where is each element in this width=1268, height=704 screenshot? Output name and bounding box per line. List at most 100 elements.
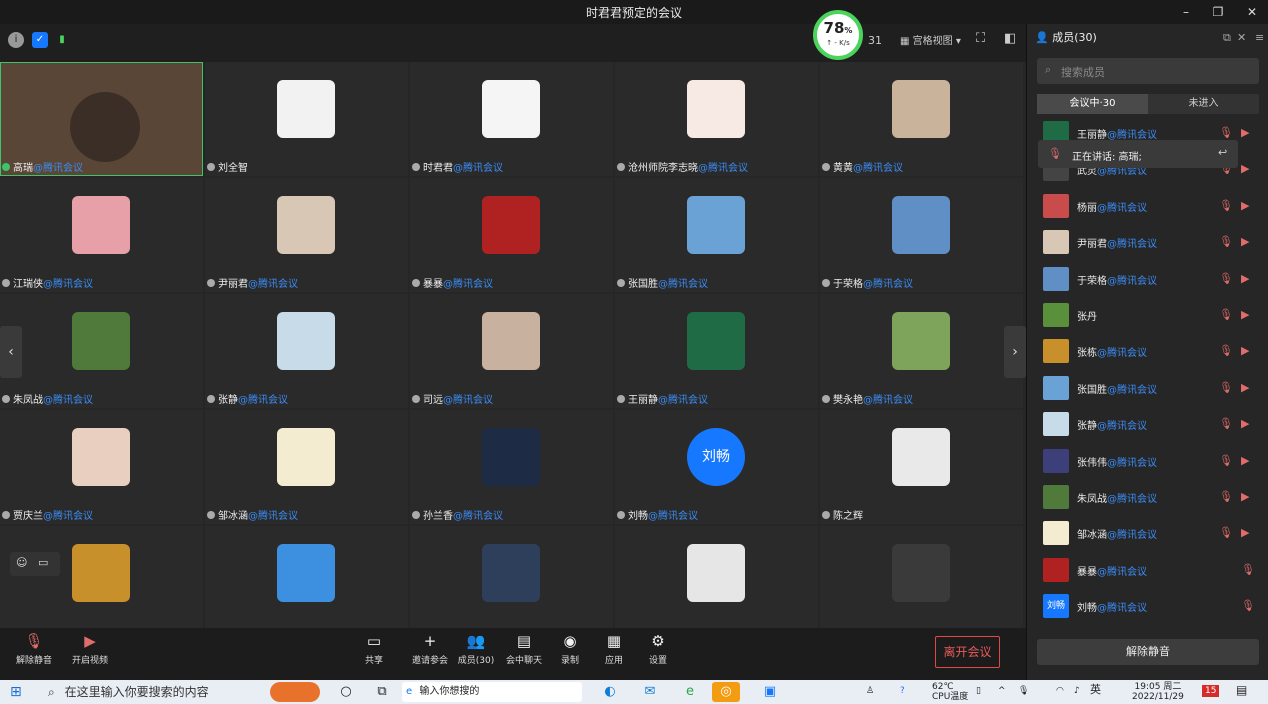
shield-icon[interactable]: ✓ [32, 32, 48, 48]
participant-tile[interactable] [410, 526, 613, 640]
apps-button[interactable]: ▦ 应用 [600, 632, 628, 666]
camera-off-icon[interactable]: ▶ [1241, 235, 1249, 248]
microphone-off-icon[interactable]: 🎙 [1219, 417, 1233, 430]
member-search-input[interactable]: ⌕ 搜索成员 [1037, 58, 1259, 84]
side-panel-toggle-icon[interactable]: ◧ [1004, 31, 1016, 46]
microphone-off-icon[interactable]: 🎙 [1219, 199, 1233, 212]
participant-tile[interactable]: 司远@腾讯会议 [410, 294, 613, 408]
participant-tile[interactable]: 黄黄@腾讯会议 [820, 62, 1023, 176]
battery-icon[interactable]: ▯ [976, 686, 981, 696]
taskbar-search[interactable]: ⌕ 在这里输入你要搜索的内容 [40, 682, 260, 702]
camera-off-icon[interactable]: ▶ [1241, 344, 1249, 357]
camera-off-icon[interactable]: ▶ [1241, 199, 1249, 212]
popout-icon[interactable]: ⧉ [1223, 24, 1231, 52]
member-row[interactable]: 邹冰涵@腾讯会议 🎙 ▶ [1041, 520, 1261, 546]
prev-page-button[interactable]: ‹ [0, 326, 22, 378]
microphone-off-icon[interactable]: 🎙 [1219, 526, 1233, 539]
fullscreen-icon[interactable]: ⛶ [976, 31, 985, 46]
meeting-app-icon[interactable]: ◎ [712, 682, 740, 702]
member-row[interactable]: 张国胜@腾讯会议 🎙 ▶ [1041, 375, 1261, 401]
clock[interactable]: 19:05 周二 2022/11/29 [1132, 682, 1184, 702]
camera-off-icon[interactable]: ▶ [1241, 308, 1249, 321]
participant-tile[interactable]: 刘全智 [205, 62, 408, 176]
participant-tile[interactable]: 贾庆兰@腾讯会议 [0, 410, 203, 524]
maximize-button[interactable]: ❐ [1206, 3, 1230, 21]
microphone-off-icon[interactable]: 🎙 [1219, 344, 1233, 357]
unmute-all-button[interactable]: 解除静音 [1037, 639, 1259, 665]
emoji-icon[interactable]: ☺ [16, 556, 27, 569]
participant-tile[interactable]: 孙兰香@腾讯会议 [410, 410, 613, 524]
action-center-icon[interactable]: ▤ [1236, 684, 1247, 696]
edge-icon[interactable]: ◐ [596, 682, 624, 702]
camera-off-icon[interactable]: ▶ [1241, 417, 1249, 430]
participant-tile[interactable]: 高瑞@腾讯会议 [0, 62, 203, 176]
participant-tile[interactable]: 邹冰涵@腾讯会议 [205, 410, 408, 524]
participant-tile[interactable]: 王丽静@腾讯会议 [615, 294, 818, 408]
participant-tile[interactable]: 朱凤战@腾讯会议 [0, 294, 203, 408]
member-row[interactable]: 暴暴@腾讯会议 🎙 [1041, 557, 1261, 583]
signal-icon[interactable]: ▮ [54, 32, 70, 48]
camera-off-icon[interactable]: ▶ [1241, 381, 1249, 394]
volume-icon[interactable]: ♪ [1074, 686, 1080, 696]
camera-off-icon[interactable]: ▶ [1241, 454, 1249, 467]
members-button[interactable]: 👥 成员(30) [456, 632, 496, 666]
microphone-off-icon[interactable]: 🎙 [1241, 563, 1255, 576]
chat-button[interactable]: ▤ 会中聊天 [502, 632, 546, 666]
people-icon[interactable]: ♙ [866, 686, 874, 696]
camera-off-icon[interactable]: ▶ [1241, 162, 1249, 175]
member-row[interactable]: 张伟伟@腾讯会议 🎙 ▶ [1041, 448, 1261, 474]
browser-search-box[interactable]: e 输入你想搜的 [402, 682, 582, 702]
notification-badge[interactable]: 15 [1202, 685, 1220, 697]
next-page-button[interactable]: › [1004, 326, 1026, 378]
microphone-off-icon[interactable]: 🎙 [1219, 454, 1233, 467]
participant-tile[interactable]: 时君君@腾讯会议 [410, 62, 613, 176]
microphone-off-icon[interactable]: 🎙 [1219, 126, 1233, 139]
participant-tile[interactable]: 张国胜@腾讯会议 [615, 178, 818, 292]
share-button[interactable]: ▭ 共享 [360, 632, 388, 666]
close-button[interactable]: ✕ [1240, 3, 1264, 21]
mail-icon[interactable]: ✉ [636, 682, 664, 702]
microphone-off-icon[interactable]: 🎙 [1241, 599, 1255, 612]
menu-icon[interactable]: ≡ [1255, 24, 1264, 52]
participant-tile[interactable]: 张静@腾讯会议 [205, 294, 408, 408]
participant-tile[interactable]: 尹丽君@腾讯会议 [205, 178, 408, 292]
help-icon[interactable]: ? [900, 686, 905, 696]
participant-tile[interactable] [820, 526, 1023, 640]
microphone-off-icon[interactable]: 🎙 [1219, 308, 1233, 321]
member-row[interactable]: 张丹 🎙 ▶ [1041, 302, 1261, 328]
member-row[interactable]: 张静@腾讯会议 🎙 ▶ [1041, 411, 1261, 437]
settings-button[interactable]: ⚙ 设置 [644, 632, 672, 666]
microphone-off-icon[interactable]: 🎙 [1219, 235, 1233, 248]
tab-not-joined[interactable]: 未进入 [1148, 94, 1259, 114]
participant-tile[interactable]: 沧州师院李志晓@腾讯会议 [615, 62, 818, 176]
windows-start-icon[interactable]: ⊞ [10, 684, 26, 700]
member-row[interactable]: 张栋@腾讯会议 🎙 ▶ [1041, 338, 1261, 364]
participant-tile[interactable]: 樊永艳@腾讯会议 [820, 294, 1023, 408]
reply-icon[interactable]: ↩ [1218, 146, 1227, 159]
member-row[interactable]: 朱凤战@腾讯会议 🎙 ▶ [1041, 484, 1261, 510]
start-video-button[interactable]: ▶ 开启视频 [68, 632, 112, 666]
member-row[interactable]: 尹丽君@腾讯会议 🎙 ▶ [1041, 229, 1261, 255]
camera-off-icon[interactable]: ▶ [1241, 126, 1249, 139]
leave-meeting-button[interactable]: 离开会议 [935, 636, 1000, 668]
member-row[interactable]: 杨丽@腾讯会议 🎙 ▶ [1041, 193, 1261, 219]
view-switch-button[interactable]: ▦ 宫格视图 ▾ [900, 32, 961, 47]
participant-tile[interactable] [615, 526, 818, 640]
camera-off-icon[interactable]: ▶ [1241, 490, 1249, 503]
photos-icon[interactable]: ▣ [756, 682, 784, 702]
invite-button[interactable]: + 邀请参会 [408, 632, 452, 666]
weather-widget-icon[interactable] [270, 682, 320, 702]
task-view-icon[interactable]: ⧉ [368, 682, 396, 702]
cortana-icon[interactable]: ○ [332, 682, 360, 702]
microphone-off-icon[interactable]: 🎙 [1219, 272, 1233, 285]
microphone-off-icon[interactable]: 🎙 [1219, 490, 1233, 503]
info-icon[interactable]: i [8, 32, 24, 48]
participant-tile[interactable]: 刘畅 刘畅@腾讯会议 [615, 410, 818, 524]
microphone-off-icon[interactable]: 🎙 [1219, 381, 1233, 394]
network-status[interactable]: 78% ↑ - K/s [813, 10, 863, 60]
camera-off-icon[interactable]: ▶ [1241, 272, 1249, 285]
wifi-icon[interactable]: ◠ [1056, 686, 1064, 696]
unmute-button[interactable]: 🎙 解除静音 [14, 632, 54, 666]
participant-tile[interactable] [205, 526, 408, 640]
participant-tile[interactable] [0, 526, 203, 640]
